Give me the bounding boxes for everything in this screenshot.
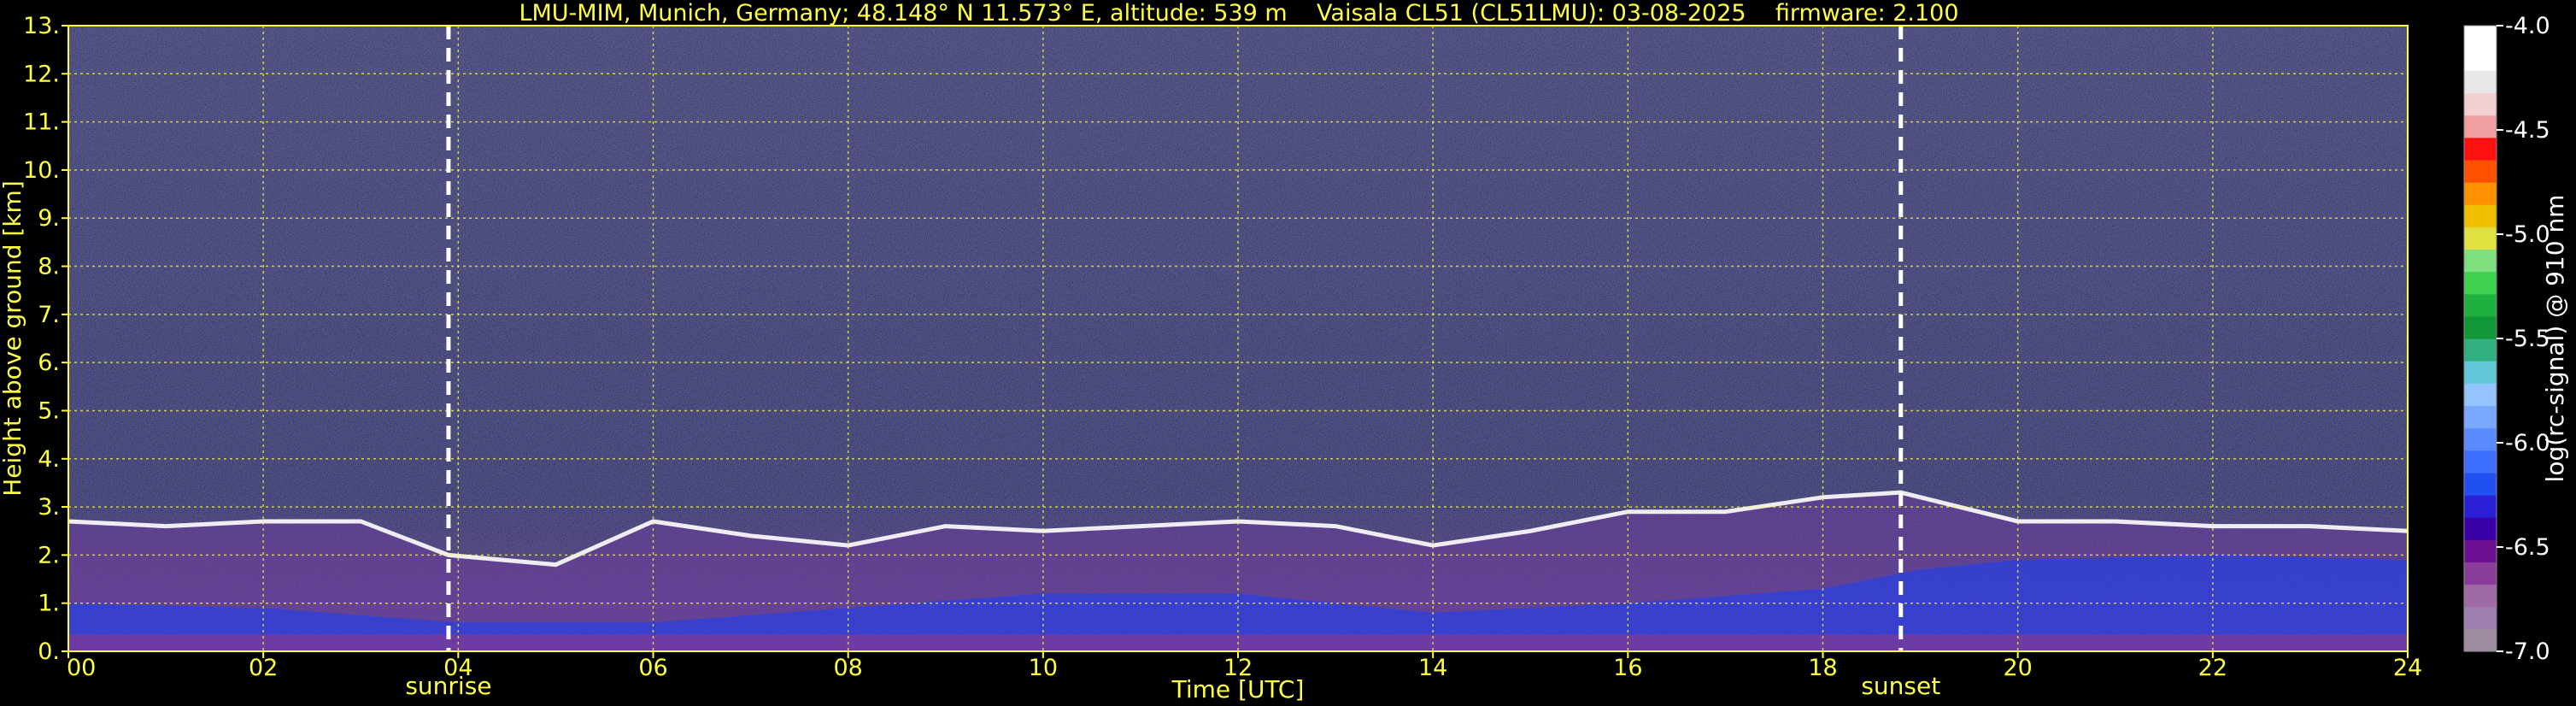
colorbar-segment — [2464, 405, 2497, 429]
colorbar-segment — [2464, 606, 2497, 630]
colorbar-segment — [2464, 427, 2497, 451]
colorbar-segment — [2464, 562, 2497, 585]
colorbar-segment — [2464, 115, 2497, 138]
colorbar-segment — [2464, 584, 2497, 608]
colorbar-tick-label: -7.0 — [2505, 638, 2550, 665]
colorbar-label: log(rc-signal) @ 910 nm — [2541, 195, 2569, 483]
colorbar-segment — [2464, 293, 2497, 317]
colorbar-segment — [2464, 315, 2497, 339]
colorbar-segment — [2464, 517, 2497, 540]
colorbar-segment — [2464, 159, 2497, 183]
colorbar-segment — [2464, 137, 2497, 161]
colorbar-segment — [2464, 495, 2497, 518]
colorbar-segment — [2464, 92, 2497, 116]
colorbar-segment — [2464, 271, 2497, 295]
colorbar-segment — [2464, 249, 2497, 273]
colorbar-segment — [2464, 182, 2497, 205]
colorbar-segment — [2464, 204, 2497, 227]
colorbar-segment — [2464, 383, 2497, 407]
colorbar: -4.0-4.5-5.0-5.5-6.0-6.5-7.0log(rc-signa… — [2463, 13, 2569, 665]
colorbar-segment — [2464, 48, 2497, 71]
colorbar-segment — [2464, 338, 2497, 362]
colorbar-segment — [2464, 361, 2497, 384]
colorbar-segment — [2464, 26, 2497, 49]
colorbar-segment — [2464, 539, 2497, 563]
colorbar-tick-label: -4.0 — [2505, 13, 2550, 39]
colorbar-segment — [2464, 472, 2497, 496]
colorbar-tick-label: -4.5 — [2505, 117, 2550, 144]
colorbar-segment — [2464, 628, 2497, 652]
colorbar-segment — [2464, 450, 2497, 474]
colorbar-segment — [2464, 227, 2497, 250]
colorbar-segment — [2464, 70, 2497, 94]
colorbar-tick-label: -6.5 — [2505, 534, 2550, 561]
